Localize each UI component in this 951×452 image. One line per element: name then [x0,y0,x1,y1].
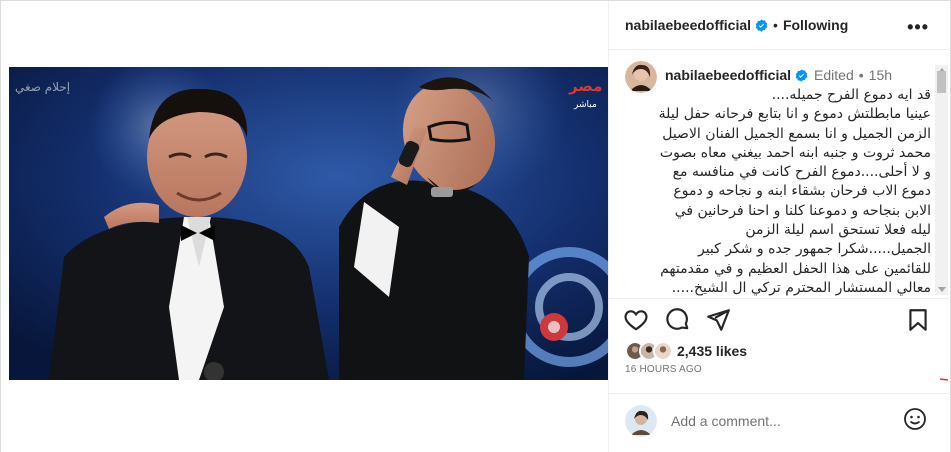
heart-icon[interactable] [623,307,649,333]
scroll-down-arrow-icon[interactable] [938,287,946,292]
action-bar [609,307,951,335]
likes-count[interactable]: 2,435 likes [677,343,747,359]
post-photo[interactable]: إحلام صغي مصر مباشر [9,67,609,380]
likes-row[interactable]: 2,435 likes [625,341,747,361]
add-comment-bar: Add a comment... [609,397,951,444]
caption-separator: • [858,67,864,83]
caption-scroll-area[interactable]: nabilaebeedofficial Edited • 15h قد ايه … [609,61,951,298]
header-username[interactable]: nabilaebeedofficial [625,17,751,33]
header-divider [609,49,951,50]
scrollbar-thumb[interactable] [937,71,946,93]
share-icon[interactable] [705,307,731,333]
following-button[interactable]: Following [783,17,848,33]
channel-logo: مصر [568,77,602,95]
caption-header: nabilaebeedofficial Edited • 15h [665,67,892,83]
header-separator: • [773,17,778,33]
cursor-mark [940,378,948,381]
media-watermark: إحلام صغي [15,80,70,94]
caption-avatar[interactable] [625,61,657,93]
verified-badge-icon [795,68,808,82]
more-options-icon[interactable]: ••• [907,17,929,38]
bookmark-icon[interactable] [905,307,931,333]
comment-icon[interactable] [665,307,691,333]
liker-avatar [653,341,673,361]
post-timestamp[interactable]: 16 HOURS AGO [625,364,702,375]
verified-badge-icon [755,18,768,32]
caption-time[interactable]: 15h [869,67,892,83]
post-side-panel: nabilaebeedofficial • Following ••• nabi… [608,1,951,452]
caption-username[interactable]: nabilaebeedofficial [665,67,791,83]
emoji-icon[interactable] [903,407,927,431]
channel-sub: مباشر [573,100,597,110]
add-comment-input[interactable]: Add a comment... [671,413,781,429]
current-user-avatar [625,404,657,437]
actions-divider [609,298,951,299]
caption-text: قد ايه دموع الفرح جميله.... عينيا مابطلت… [658,87,931,296]
caption-scrollbar[interactable] [935,65,948,295]
edited-label: Edited [814,67,854,83]
comment-divider [609,393,951,394]
post-header: nabilaebeedofficial • Following ••• [609,1,951,49]
